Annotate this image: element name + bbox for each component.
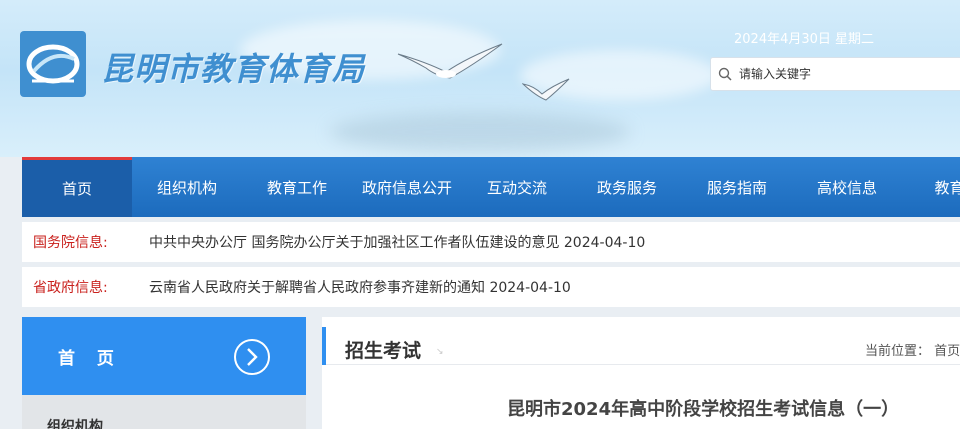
section-header: 招生考试 ↘ 当前位置： 首页: [322, 317, 960, 365]
nav-item-gov-info[interactable]: 政府信息公开: [352, 157, 462, 217]
nav-item-university-info[interactable]: 高校信息: [792, 157, 902, 217]
logo-emblem-icon[interactable]: [20, 31, 86, 97]
site-header: 昆明市教育体育局 2024年4月30日 星期二: [0, 0, 960, 157]
chevron-right-icon[interactable]: [233, 338, 271, 376]
nav-item-gov-services[interactable]: 政务服务: [572, 157, 682, 217]
notice-label: 省政府信息:: [33, 280, 108, 296]
nav-item-education-tv[interactable]: 教育电: [902, 157, 960, 217]
mountain-mist-decoration: [330, 112, 630, 152]
site-title[interactable]: 昆明市教育体育局: [101, 44, 365, 90]
sidebar-home[interactable]: 首 页: [22, 317, 306, 395]
sidebar-home-label: 首 页: [58, 348, 122, 369]
section-accent-bar: [322, 327, 326, 365]
current-date: 2024年4月30日 星期二: [734, 32, 875, 47]
search-input[interactable]: [739, 67, 959, 81]
main-content: 招生考试 ↘ 当前位置： 首页 昆明市2024年高中阶段学校招生考试信息（一）: [322, 317, 960, 429]
nav-item-service-guide[interactable]: 服务指南: [682, 157, 792, 217]
article-title: 昆明市2024年高中阶段学校招生考试信息（一）: [507, 399, 900, 420]
search-icon[interactable]: [711, 58, 739, 90]
section-title: 招生考试: [345, 340, 422, 362]
notice-link[interactable]: 云南省人民政府关于解聘省人民政府参事齐建新的通知 2024-04-10: [149, 277, 571, 297]
arrow-corner-icon: ↘: [436, 347, 444, 357]
search-box[interactable]: [710, 57, 960, 91]
seagull-icon: [522, 78, 570, 101]
notice-provincial-gov: 省政府信息: 云南省人民政府关于解聘省人民政府参事齐建新的通知 2024-04-…: [22, 267, 960, 307]
seagull-icon: [397, 43, 503, 79]
nav-item-home[interactable]: 首页: [22, 157, 132, 217]
sidebar-item-organization[interactable]: 组织机构: [22, 395, 306, 429]
main-nav: 首页 组织机构 教育工作 政府信息公开 互动交流 政务服务 服务指南 高校信息 …: [22, 157, 960, 217]
notice-label: 国务院信息:: [33, 235, 108, 251]
breadcrumb[interactable]: 当前位置： 首页: [865, 340, 960, 359]
nav-item-organization[interactable]: 组织机构: [132, 157, 242, 217]
nav-item-interaction[interactable]: 互动交流: [462, 157, 572, 217]
notice-state-council: 国务院信息: 中共中央办公厅 国务院办公厅关于加强社区工作者队伍建设的意见 20…: [22, 222, 960, 262]
notice-link[interactable]: 中共中央办公厅 国务院办公厅关于加强社区工作者队伍建设的意见 2024-04-1…: [149, 232, 645, 252]
nav-item-education-work[interactable]: 教育工作: [242, 157, 352, 217]
